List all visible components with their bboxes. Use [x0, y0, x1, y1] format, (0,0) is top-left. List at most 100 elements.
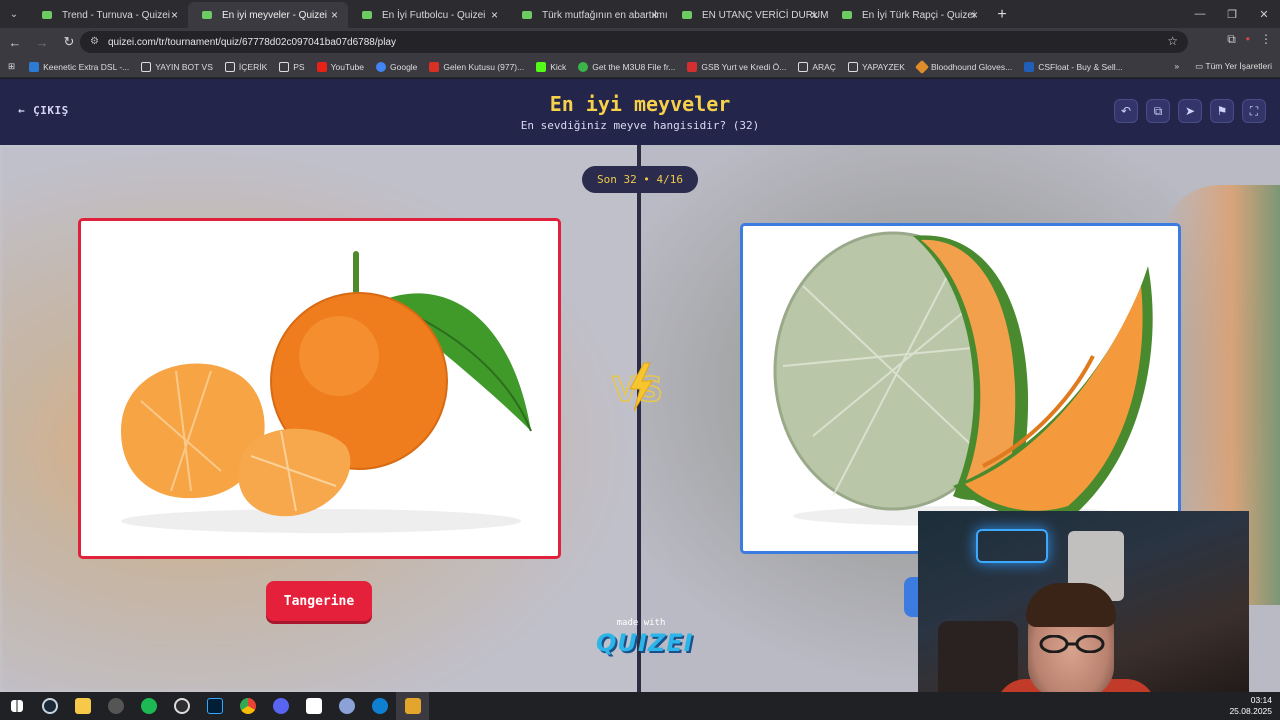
quiz-subtitle: En sevdiğiniz meyve hangisidir? (32)	[520, 119, 760, 132]
tab-title: En İyi Futbolcu - Quizei	[382, 9, 486, 21]
bookmarks-bar-right: » ▭ Tüm Yer İşaretleri	[1174, 61, 1272, 72]
tab-title: Türk mutfağının en abartılmış t	[542, 9, 668, 21]
bookmark-favicon-icon	[1024, 61, 1035, 72]
close-tab-icon[interactable]: ×	[331, 8, 338, 22]
game-icon[interactable]	[396, 692, 429, 720]
share-icon[interactable]: ⧉	[1146, 99, 1170, 123]
bookmark-item[interactable]: Keenetic Extra DSL -...	[29, 61, 130, 72]
center-divider	[637, 145, 641, 692]
bookmark-item[interactable]: Kick	[536, 61, 566, 72]
bookmark-folder[interactable]: YAPAYZEK	[847, 61, 905, 72]
bookmark-item[interactable]: CSFloat - Buy & Sell...	[1024, 61, 1123, 72]
folder-icon	[847, 61, 858, 72]
app-icon[interactable]	[330, 692, 363, 720]
tab-title: En İyi Türk Rapçi - Quizei	[862, 9, 976, 21]
bookmark-item[interactable]: YouTube	[316, 61, 364, 72]
bookmark-label: GSB Yurt ve Kredi Ö...	[701, 61, 787, 72]
discord-icon[interactable]	[264, 692, 297, 720]
clock-date: 25.08.2025	[1229, 706, 1272, 716]
close-tab-icon[interactable]: ×	[651, 8, 658, 22]
browser-tab[interactable]: Trend - Turnuva - Quizei ×	[28, 2, 188, 28]
webcam-overlay	[918, 511, 1249, 701]
glasses-icon	[1039, 635, 1105, 653]
bookmark-folder[interactable]: PS	[279, 61, 305, 72]
all-bookmarks-label: Tüm Yer İşaretleri	[1205, 61, 1272, 71]
close-window-icon[interactable]: ✕	[1248, 0, 1280, 28]
photoshop-icon[interactable]	[198, 692, 231, 720]
edge-icon[interactable]	[363, 692, 396, 720]
bookmark-item[interactable]: Get the M3U8 File fr...	[578, 61, 675, 72]
gmail-icon	[429, 61, 440, 72]
file-explorer-icon[interactable]	[66, 692, 99, 720]
bookmark-folder[interactable]: YAYIN BOT VS	[141, 61, 213, 72]
quizei-favicon-icon	[362, 11, 372, 19]
bookmarks-overflow-button[interactable]: »	[1174, 61, 1179, 72]
close-tab-icon[interactable]: ×	[491, 8, 498, 22]
bookmark-item[interactable]: GSB Yurt ve Kredi Ö...	[687, 61, 787, 72]
capcut-icon[interactable]	[297, 692, 330, 720]
bookmark-label: Bloodhound Gloves...	[930, 61, 1013, 72]
quizei-favicon-icon	[842, 11, 852, 19]
start-icon[interactable]	[0, 692, 33, 720]
quizei-logo[interactable]: QUIZEI	[596, 629, 693, 657]
bookmark-folder[interactable]: İÇERİK	[224, 61, 267, 72]
youtube-icon	[316, 61, 327, 72]
bookmark-star-icon[interactable]: ☆	[1167, 34, 1178, 48]
folder-icon	[279, 61, 290, 72]
browser-tab[interactable]: En İyi Türk Rapçi - Quizei ×	[828, 2, 988, 28]
obs-icon[interactable]	[165, 692, 198, 720]
bookmark-favicon-icon	[578, 61, 589, 72]
fullscreen-icon[interactable]: ⛶	[1242, 99, 1266, 123]
browser-tab-active[interactable]: En iyi meyveler - Quizei ×	[188, 2, 348, 28]
flag-icon[interactable]: ⚑	[1210, 99, 1234, 123]
spotify-icon[interactable]	[132, 692, 165, 720]
browser-actions: ⧉ • ⋮	[1227, 32, 1272, 47]
tab-search-button[interactable]: ⌄	[0, 0, 28, 28]
new-tab-button[interactable]: +	[988, 2, 1016, 28]
url-text: quizei.com/tr/tournament/quiz/67778d02c0…	[108, 36, 396, 48]
reload-icon[interactable]: ↻	[57, 30, 81, 54]
browser-tab[interactable]: EN UTANÇ VERİCİ DURUMLAR ×	[668, 2, 828, 28]
right-choice-card[interactable]	[740, 223, 1181, 554]
left-choice-card[interactable]	[78, 218, 561, 559]
close-tab-icon[interactable]: ×	[811, 8, 818, 22]
back-icon[interactable]: ←	[3, 30, 27, 54]
bookmark-favicon-icon	[29, 61, 40, 72]
steam-icon[interactable]	[33, 692, 66, 720]
minimize-icon[interactable]: —	[1184, 0, 1216, 28]
close-tab-icon[interactable]: ×	[171, 8, 178, 22]
browser-tab[interactable]: Türk mutfağının en abartılmış t ×	[508, 2, 668, 28]
bookmark-label: Keenetic Extra DSL -...	[43, 61, 130, 72]
site-info-icon[interactable]: ⚙	[90, 36, 102, 48]
bookmark-folder[interactable]: ARAÇ	[798, 61, 836, 72]
close-tab-icon[interactable]: ×	[971, 8, 978, 22]
forward-icon[interactable]: →	[30, 30, 54, 54]
bookmark-favicon-icon	[687, 61, 698, 72]
all-bookmarks-folder[interactable]: ▭ Tüm Yer İşaretleri	[1195, 61, 1272, 72]
bookmark-label: YouTube	[330, 61, 364, 72]
browser-tab[interactable]: En İyi Futbolcu - Quizei ×	[348, 2, 508, 28]
address-bar[interactable]: ⚙ quizei.com/tr/tournament/quiz/67778d02…	[80, 31, 1188, 53]
twitch-neon-sign	[976, 529, 1048, 563]
bookmark-label: PS	[293, 61, 305, 72]
bookmark-label: Gelen Kutusu (977)...	[443, 61, 525, 72]
extensions-icon[interactable]: ⧉	[1227, 32, 1236, 47]
bookmark-item[interactable]: Gelen Kutusu (977)...	[429, 61, 525, 72]
tab-title: Trend - Turnuva - Quizei	[62, 9, 171, 21]
apps-icon[interactable]: ⊞	[8, 61, 15, 72]
send-icon[interactable]: ➤	[1178, 99, 1202, 123]
undo-icon[interactable]: ↶	[1114, 99, 1138, 123]
menu-icon[interactable]: ⋮	[1260, 32, 1272, 47]
round-progress-badge: Son 32 • 4/16	[582, 166, 698, 193]
app-icon[interactable]	[99, 692, 132, 720]
system-clock[interactable]: 03:14 25.08.2025	[1229, 695, 1272, 717]
chrome-icon[interactable]	[231, 692, 264, 720]
profile-icon[interactable]: •	[1246, 32, 1250, 47]
windows-taskbar: 03:14 25.08.2025	[0, 692, 1280, 720]
maximize-icon[interactable]: ❐	[1216, 0, 1248, 28]
quizei-favicon-icon	[42, 11, 52, 19]
bookmark-item[interactable]: Bloodhound Gloves...	[914, 59, 1013, 74]
left-choice-button[interactable]: Tangerine	[266, 581, 372, 621]
bookmark-favicon-icon	[914, 59, 930, 74]
bookmark-item[interactable]: Google	[376, 61, 417, 72]
